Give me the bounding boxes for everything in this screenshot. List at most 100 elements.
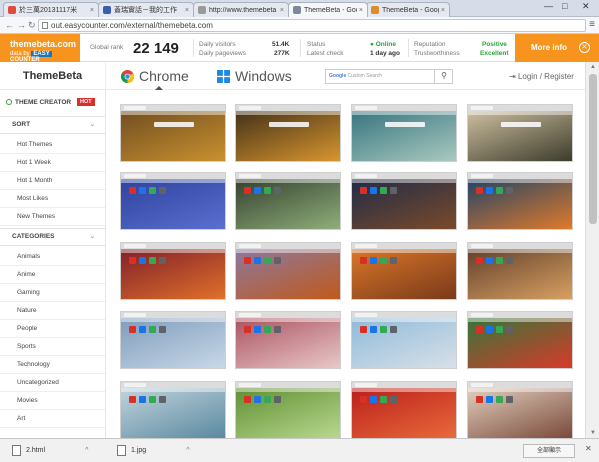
- theme-thumbnail[interactable]: [235, 381, 341, 438]
- sort-item[interactable]: Most Likes: [0, 190, 105, 208]
- theme-creator-link[interactable]: THEME CREATOR: [6, 99, 71, 106]
- sort-item[interactable]: Hot 1 Month: [0, 172, 105, 190]
- theme-thumbnail[interactable]: [235, 242, 341, 300]
- close-download-bar-icon[interactable]: ✕: [585, 444, 592, 453]
- chevron-down-icon: ⌄: [89, 234, 95, 240]
- thumbnail-apps: [244, 257, 281, 264]
- thumbnail-omnibox: [236, 111, 340, 115]
- maximize-icon[interactable]: □: [562, 1, 567, 11]
- close-tab-icon[interactable]: ×: [441, 7, 445, 14]
- category-item[interactable]: Gaming: [0, 284, 105, 302]
- file-icon: [117, 445, 126, 456]
- app-icon: [360, 326, 367, 333]
- sort-heading[interactable]: SORT ⌄: [0, 116, 105, 134]
- theme-thumbnail[interactable]: [120, 104, 226, 162]
- category-item[interactable]: Sports: [0, 338, 105, 356]
- app-icon: [244, 396, 251, 403]
- theme-thumbnail[interactable]: [351, 381, 457, 438]
- address-bar-row: ← → ↻ out.easycounter.com/external/theme…: [0, 17, 599, 34]
- show-all-downloads-button[interactable]: 全部顯示: [523, 444, 575, 458]
- thumbnail-apps: [244, 187, 281, 194]
- theme-thumbnail[interactable]: [120, 242, 226, 300]
- easycounter-brand[interactable]: themebeta.com data by EASY COUNTER: [0, 34, 80, 63]
- theme-thumbnail[interactable]: [120, 172, 226, 230]
- categories-heading[interactable]: CATEGORIES ⌄: [0, 228, 105, 246]
- category-item[interactable]: Uncategorized: [0, 374, 105, 392]
- reload-icon[interactable]: ↻: [28, 20, 36, 31]
- thumbnail-omnibox: [468, 318, 572, 322]
- category-item[interactable]: People: [0, 320, 105, 338]
- browser-tab[interactable]: ThemeBeta - Google C×: [288, 2, 368, 17]
- scroll-up-icon[interactable]: ▲: [590, 64, 596, 70]
- more-info-button[interactable]: More info ✕: [515, 34, 599, 62]
- thumbnail-omnibox: [121, 388, 225, 392]
- sort-item[interactable]: New Themes: [0, 208, 105, 226]
- theme-thumbnail[interactable]: [120, 381, 226, 438]
- sort-heading-label: SORT: [12, 121, 31, 128]
- app-icon: [139, 396, 146, 403]
- theme-thumbnail[interactable]: [351, 172, 457, 230]
- theme-thumbnail[interactable]: [120, 311, 226, 369]
- back-icon[interactable]: ←: [5, 20, 14, 30]
- close-icon[interactable]: ✕: [579, 42, 590, 53]
- close-window-icon[interactable]: ✕: [582, 1, 590, 12]
- theme-thumbnail[interactable]: [467, 172, 573, 230]
- chevron-up-icon[interactable]: ^: [186, 447, 189, 454]
- thumbnail-apps: [360, 396, 397, 403]
- site-logo[interactable]: ThemeBeta: [0, 62, 106, 90]
- app-icon: [149, 257, 156, 264]
- login-register-link[interactable]: ⇥ Login / Register: [509, 72, 574, 81]
- close-tab-icon[interactable]: ×: [185, 7, 189, 14]
- theme-thumbnail[interactable]: [235, 172, 341, 230]
- browser-tab[interactable]: ThemeBeta - Google C×: [366, 2, 450, 17]
- theme-thumbnail[interactable]: [351, 311, 457, 369]
- hamburger-icon[interactable]: ≡: [589, 19, 595, 30]
- app-icon: [496, 187, 503, 194]
- search-icon[interactable]: ⚲: [434, 69, 453, 84]
- chevron-up-icon[interactable]: ^: [85, 447, 88, 454]
- forward-icon[interactable]: →: [17, 20, 26, 30]
- theme-thumbnail[interactable]: [467, 381, 573, 438]
- tab-chrome[interactable]: Chrome: [121, 68, 189, 90]
- category-item[interactable]: Anime: [0, 266, 105, 284]
- sort-item[interactable]: Hot 1 Week: [0, 154, 105, 172]
- app-icon: [360, 257, 367, 264]
- theme-thumbnail[interactable]: [467, 104, 573, 162]
- theme-thumbnail[interactable]: [351, 242, 457, 300]
- browser-tab[interactable]: 蓋瑞實話－我的工作 ×: [98, 2, 194, 17]
- theme-thumbnail[interactable]: [235, 311, 341, 369]
- theme-thumbnail[interactable]: [351, 104, 457, 162]
- category-item[interactable]: Nature: [0, 302, 105, 320]
- minimize-icon[interactable]: —: [544, 1, 553, 11]
- thumbnail-omnibox: [352, 249, 456, 253]
- thumbnail-omnibox: [236, 249, 340, 253]
- tab-title: http://www.themebeta: [209, 6, 277, 14]
- theme-thumbnail[interactable]: [467, 311, 573, 369]
- browser-tab[interactable]: http://www.themebeta ×: [193, 2, 289, 17]
- app-icon: [390, 396, 397, 403]
- app-icon: [370, 326, 377, 333]
- category-item[interactable]: Technology: [0, 356, 105, 374]
- favicon-icon: [293, 6, 301, 14]
- browser-tab[interactable]: 於三萬20131117米 ×: [3, 2, 99, 17]
- category-item[interactable]: Animals: [0, 248, 105, 266]
- scroll-down-icon[interactable]: ▼: [590, 430, 596, 436]
- theme-thumbnail[interactable]: [235, 104, 341, 162]
- category-item[interactable]: Movies: [0, 392, 105, 410]
- close-tab-icon[interactable]: ×: [280, 7, 284, 14]
- tab-windows[interactable]: Windows: [217, 68, 292, 84]
- download-item[interactable]: 2.html ^: [12, 443, 88, 458]
- scrollbar-thumb[interactable]: [589, 74, 597, 224]
- close-tab-icon[interactable]: ×: [90, 7, 94, 14]
- thumbnail-apps: [360, 326, 397, 333]
- page-scrollbar[interactable]: ▲ ▼: [585, 62, 599, 438]
- category-item[interactable]: Art: [0, 410, 105, 428]
- close-tab-icon[interactable]: ×: [359, 7, 363, 14]
- app-icon: [149, 187, 156, 194]
- url-input[interactable]: out.easycounter.com/external/themebeta.c…: [38, 19, 586, 32]
- hot-badge: HOT: [77, 98, 95, 106]
- sort-item[interactable]: Hot Themes: [0, 136, 105, 154]
- download-item[interactable]: 1.jpg ^: [117, 443, 189, 458]
- theme-thumbnail[interactable]: [467, 242, 573, 300]
- chrome-icon: [121, 69, 134, 83]
